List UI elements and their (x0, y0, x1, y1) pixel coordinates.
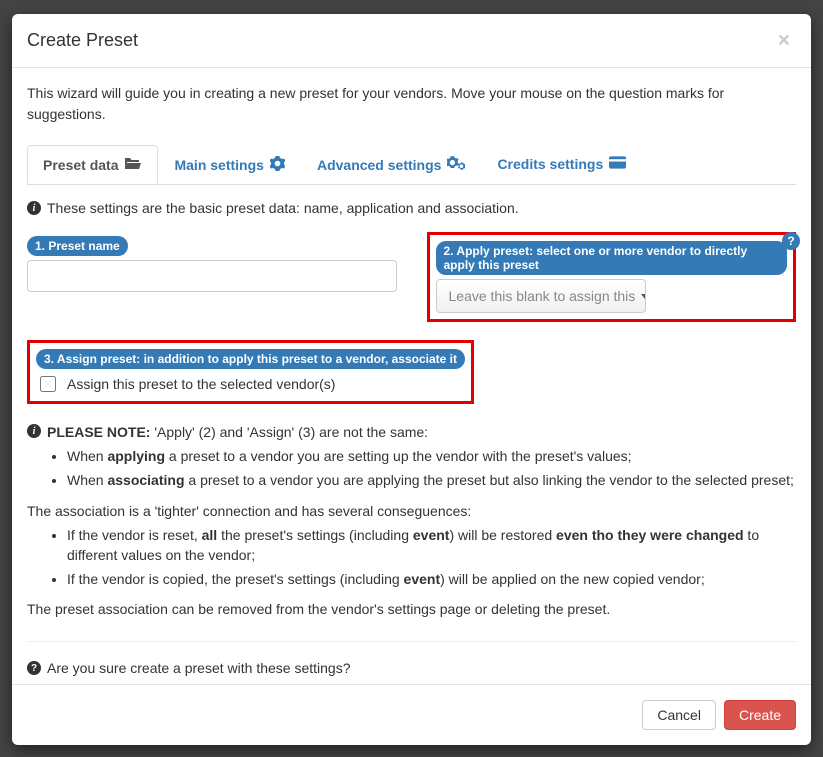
tab-credits-settings[interactable]: Credits settings (481, 145, 642, 183)
gear-icon (270, 156, 285, 174)
confirm-text: Are you sure create a preset with these … (47, 660, 351, 676)
tabs: Preset data Main settings Advanced setti… (27, 145, 796, 185)
create-preset-modal: Create Preset × This wizard will guide y… (12, 14, 811, 745)
modal-body: This wizard will guide you in creating a… (12, 68, 811, 684)
please-note: i PLEASE NOTE: 'Apply' (2) and 'Assign' … (27, 424, 796, 440)
preset-name-input[interactable] (27, 260, 397, 292)
preset-name-pill: 1. Preset name (27, 236, 128, 256)
tab-label: Preset data (43, 157, 118, 173)
cancel-button[interactable]: Cancel (642, 700, 716, 730)
note-lead-rest: 'Apply' (2) and 'Assign' (3) are not the… (150, 424, 428, 440)
wizard-intro: This wizard will guide you in creating a… (27, 83, 796, 125)
question-icon: ? (27, 661, 41, 675)
tab-main-settings[interactable]: Main settings (158, 145, 300, 185)
tab-label: Credits settings (497, 156, 603, 172)
info-icon: i (27, 201, 41, 215)
note-bullet: When applying a preset to a vendor you a… (67, 446, 796, 466)
tab-label: Advanced settings (317, 157, 441, 173)
tab-preset-data[interactable]: Preset data (27, 145, 158, 184)
apply-preset-dropdown[interactable]: Leave this blank to assign this (436, 279, 646, 313)
assoc-outro: The preset association can be removed fr… (27, 601, 796, 617)
tab-advanced-settings[interactable]: Advanced settings (301, 145, 481, 185)
modal-title: Create Preset (27, 30, 138, 51)
divider (27, 641, 796, 642)
assign-preset-pill: 3. Assign preset: in addition to apply t… (36, 349, 465, 369)
apply-preset-pill: 2. Apply preset: select one or more vend… (436, 241, 788, 275)
info-icon: i (27, 424, 41, 438)
assign-preset-checkbox[interactable] (40, 376, 56, 392)
folder-open-icon (124, 156, 142, 173)
help-icon[interactable]: ? (782, 232, 800, 250)
credit-card-icon (609, 156, 626, 172)
modal-footer: Cancel Create (12, 684, 811, 745)
tab-description: i These settings are the basic preset da… (27, 200, 796, 216)
confirm-line: ? Are you sure create a preset with thes… (27, 660, 796, 676)
dropdown-placeholder: Leave this blank to assign this (449, 288, 636, 304)
chevron-down-icon (641, 294, 645, 299)
note-lead-strong: PLEASE NOTE: (47, 424, 150, 440)
gears-icon (447, 156, 465, 174)
note-bullet: When associating a preset to a vendor yo… (67, 470, 796, 490)
close-icon: × (778, 29, 790, 52)
assoc-bullet: If the vendor is copied, the preset's se… (67, 569, 796, 589)
close-button[interactable]: × (772, 29, 796, 52)
assoc-intro: The association is a 'tighter' connectio… (27, 503, 796, 519)
create-button[interactable]: Create (724, 700, 796, 730)
assoc-bullet: If the vendor is reset, all the preset's… (67, 525, 796, 566)
tab-description-text: These settings are the basic preset data… (47, 200, 519, 216)
assign-preset-label: Assign this preset to the selected vendo… (67, 376, 335, 392)
modal-header: Create Preset × (12, 14, 811, 68)
tab-label: Main settings (174, 157, 263, 173)
